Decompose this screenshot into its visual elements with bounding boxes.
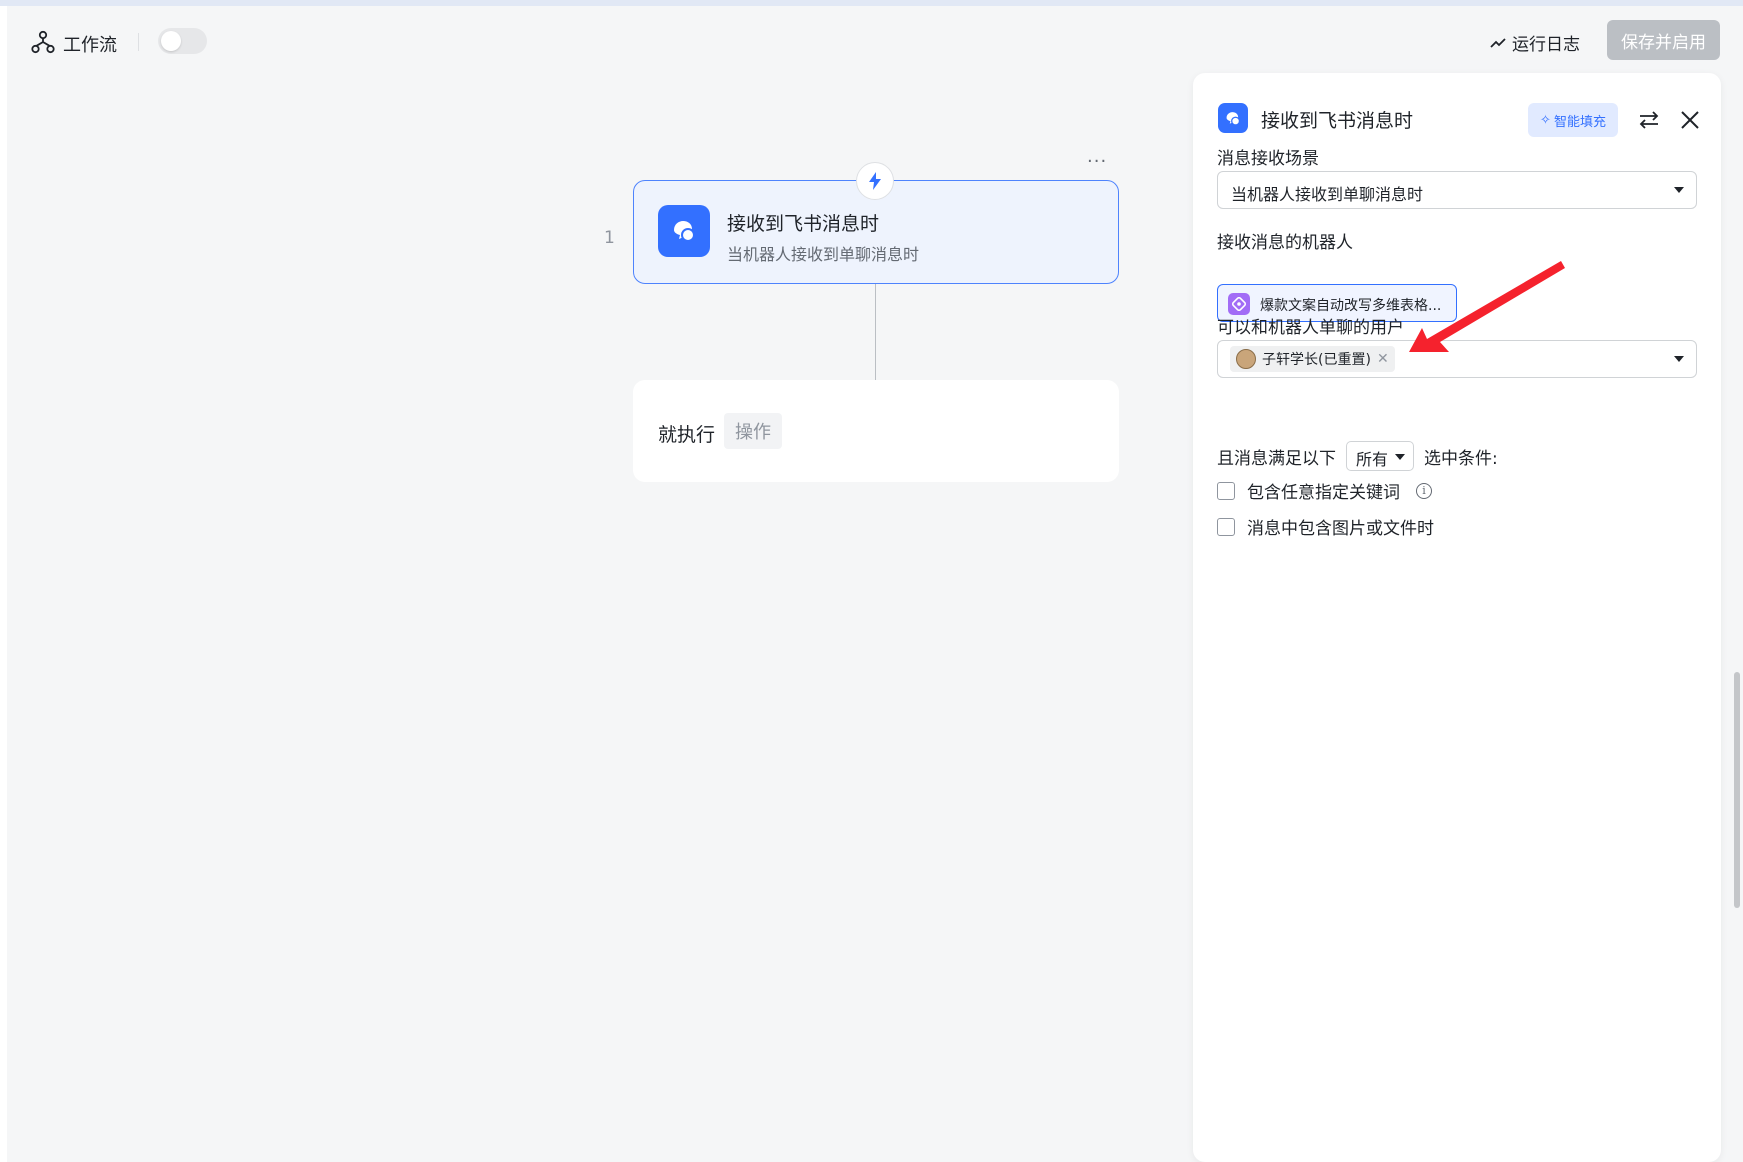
- chat-bubble-icon: [658, 205, 710, 257]
- trigger-config-panel: 接收到飞书消息时 ✧ 智能填充 消息接收场景 当机器人接收到单聊消息时 接收消息…: [1193, 73, 1721, 1162]
- action-label: 就执行: [658, 424, 716, 446]
- workflow-editor: 工作流 运行日志 保存并启用 ··· 1 接收到飞书消息时 当机器人接收到单聊消…: [7, 6, 1743, 1162]
- keywords-checkbox[interactable]: [1217, 481, 1235, 500]
- keywords-label: 包含任意指定关键词: [1247, 483, 1400, 503]
- condition-prefix: 且消息满足以下: [1217, 448, 1336, 469]
- trend-line-icon: [1490, 37, 1506, 48]
- user-tag-name: 子轩学长(已重置): [1262, 352, 1371, 368]
- smart-fill-label: 智能填充: [1553, 114, 1606, 130]
- panel-title: 接收到飞书消息时: [1261, 110, 1414, 132]
- match-mode-select[interactable]: 所有: [1346, 441, 1414, 471]
- users-label: 可以和机器人单聊的用户: [1217, 318, 1404, 338]
- lightning-icon: [856, 162, 894, 200]
- close-icon[interactable]: [1677, 107, 1703, 133]
- save-and-enable-button[interactable]: 保存并启用: [1607, 20, 1720, 60]
- caret-down-icon: [1674, 187, 1684, 193]
- toggle-knob: [161, 31, 181, 51]
- scene-select[interactable]: 当机器人接收到单聊消息时: [1217, 171, 1697, 209]
- node-connector-line: [875, 284, 876, 388]
- caret-down-icon: [1674, 356, 1684, 362]
- trigger-title: 接收到飞书消息时: [727, 213, 880, 235]
- header: 工作流 运行日志 保存并启用: [7, 6, 1743, 76]
- image-file-label: 消息中包含图片或文件时: [1247, 519, 1434, 539]
- run-log-label: 运行日志: [1512, 35, 1580, 55]
- info-icon[interactable]: i: [1416, 482, 1432, 499]
- chat-bubble-icon: [1218, 103, 1248, 133]
- trigger-subtitle: 当机器人接收到单聊消息时: [727, 245, 920, 264]
- image-file-checkbox[interactable]: [1217, 517, 1235, 536]
- workflow-label: 工作流: [63, 35, 117, 56]
- option-image-file: 消息中包含图片或文件时: [1217, 514, 1434, 539]
- caret-down-icon: [1395, 454, 1405, 460]
- smart-fill-button[interactable]: ✧ 智能填充: [1528, 103, 1618, 137]
- remove-user-icon[interactable]: ✕: [1377, 351, 1389, 367]
- condition-suffix: 选中条件:: [1424, 448, 1498, 469]
- bot-app-icon: [1228, 293, 1250, 315]
- sparkle-icon: ✧: [1540, 112, 1551, 128]
- scene-label: 消息接收场景: [1217, 149, 1319, 169]
- run-log-button[interactable]: 运行日志: [1490, 30, 1580, 55]
- workflow-icon: [31, 30, 55, 54]
- more-options-icon[interactable]: ···: [1087, 151, 1107, 172]
- step-number: 1: [604, 228, 615, 248]
- scene-select-value: 当机器人接收到单聊消息时: [1231, 185, 1424, 204]
- header-divider: [138, 33, 139, 51]
- swap-icon[interactable]: [1636, 107, 1662, 133]
- match-mode-value: 所有: [1356, 450, 1389, 469]
- user-tag: 子轩学长(已重置) ✕: [1230, 346, 1395, 372]
- panel-scrollbar[interactable]: [1734, 672, 1740, 908]
- condition-row: 且消息满足以下 所有 选中条件:: [1217, 441, 1498, 471]
- bot-label: 接收消息的机器人: [1217, 233, 1353, 253]
- action-node-card[interactable]: 就执行 操作: [633, 380, 1119, 482]
- option-keywords: 包含任意指定关键词 i: [1217, 478, 1432, 503]
- add-operation-chip[interactable]: 操作: [724, 413, 782, 449]
- users-select[interactable]: 子轩学长(已重置) ✕: [1217, 340, 1697, 378]
- avatar: [1236, 349, 1256, 369]
- bot-name: 爆款文案自动改写多维表格...: [1260, 298, 1442, 314]
- workflow-enable-toggle[interactable]: [158, 28, 207, 54]
